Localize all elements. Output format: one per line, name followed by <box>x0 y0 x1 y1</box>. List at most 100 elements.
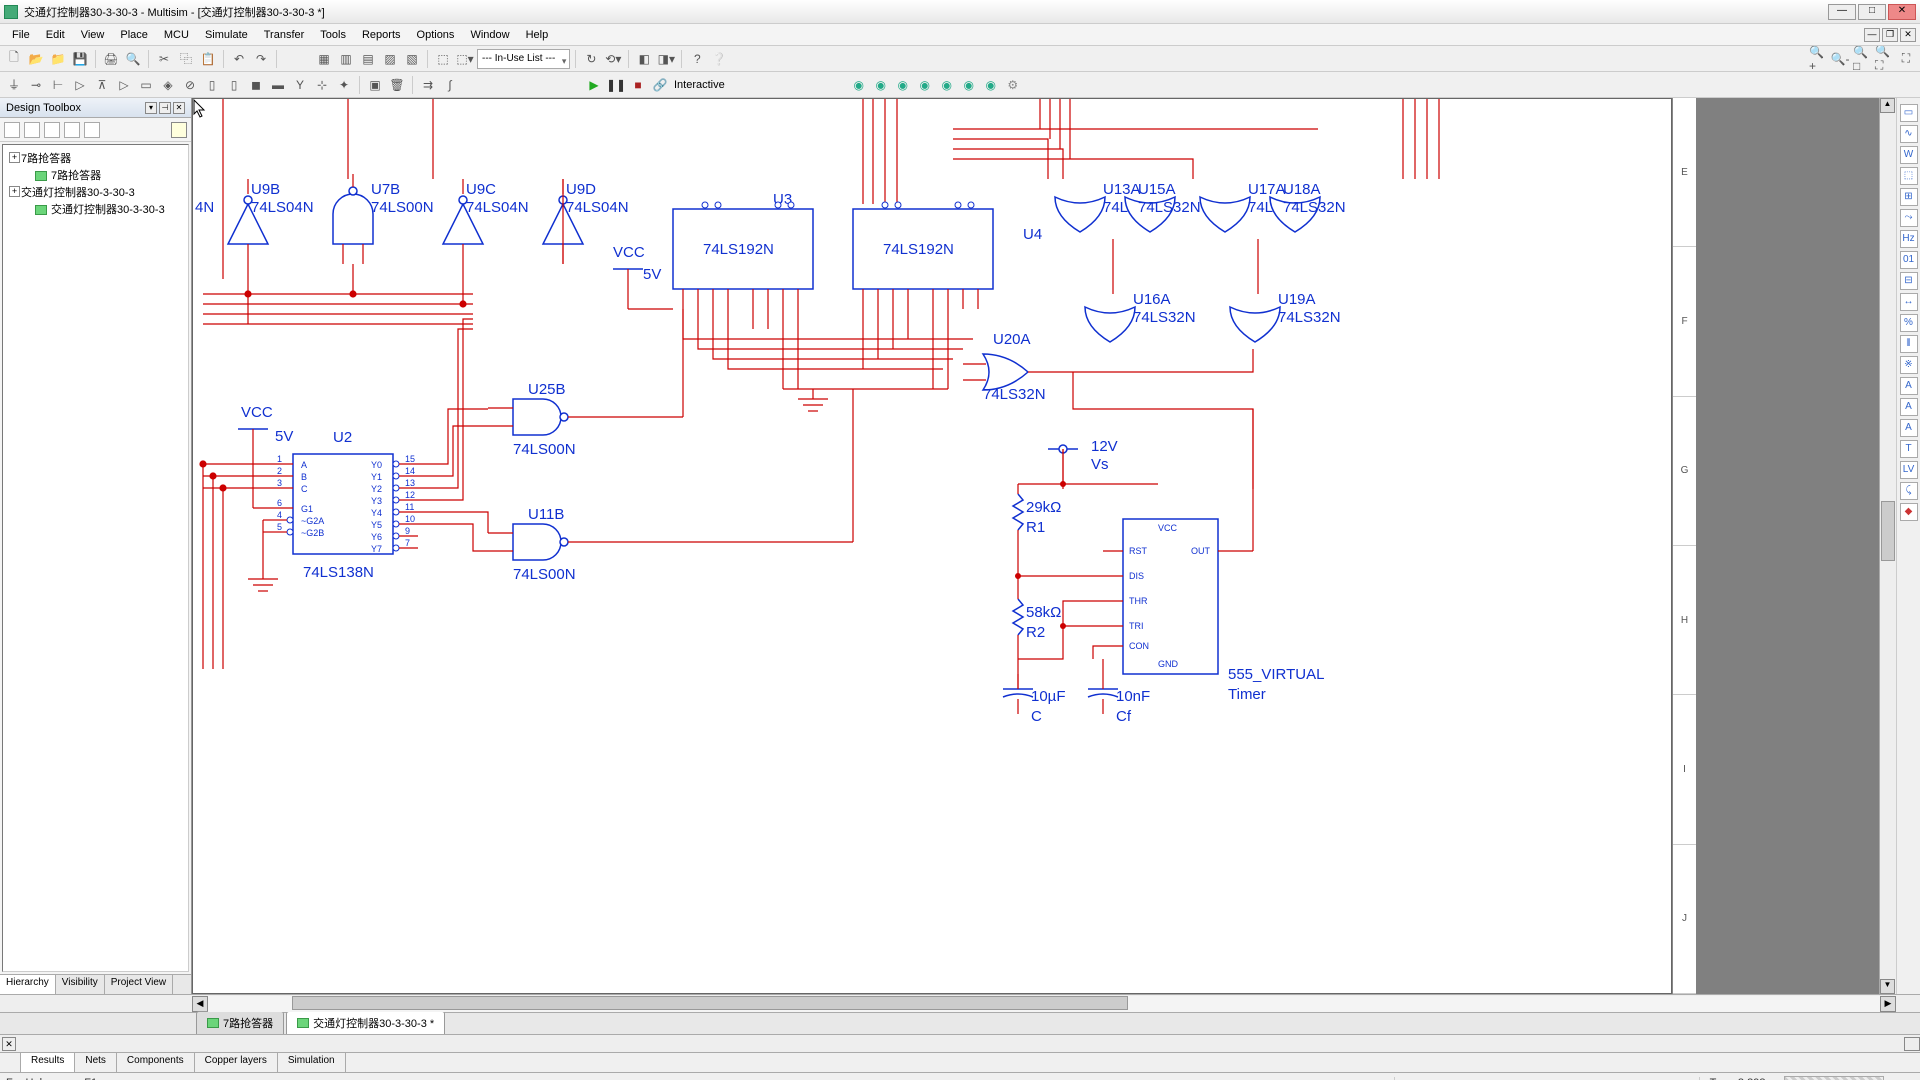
inst-agi1[interactable]: A <box>1900 377 1918 395</box>
inst-conv[interactable]: ↔ <box>1900 293 1918 311</box>
tab-results[interactable]: Results <box>21 1053 75 1072</box>
scroll-left[interactable]: ◀ <box>192 996 208 1012</box>
place-ic[interactable]: ▭ <box>136 75 156 95</box>
comp2-button[interactable]: ⬚▾ <box>455 49 475 69</box>
tab-hierarchy[interactable]: Hierarchy <box>0 975 56 994</box>
place-misc6[interactable]: ✦ <box>334 75 354 95</box>
copy-button[interactable]: ⿻ <box>176 49 196 69</box>
place-trans[interactable]: ⊼ <box>92 75 112 95</box>
minimize-button[interactable]: — <box>1828 4 1856 20</box>
menu-window[interactable]: Window <box>462 27 517 43</box>
sb-new[interactable] <box>4 122 20 138</box>
place-sw[interactable]: ⊘ <box>180 75 200 95</box>
spreadsheet-opts[interactable] <box>1904 1037 1920 1051</box>
inst-word[interactable]: 01 <box>1900 251 1918 269</box>
pause-button[interactable]: ❚❚ <box>606 75 626 95</box>
place-misc1[interactable]: ▯ <box>202 75 222 95</box>
scroll-thumb[interactable] <box>292 996 1128 1010</box>
horizontal-scrollbar[interactable]: ◀ ▶ <box>0 994 1920 1012</box>
menu-help[interactable]: Help <box>518 27 557 43</box>
preview-button[interactable]: 🔍 <box>123 49 143 69</box>
tab-copper[interactable]: Copper layers <box>195 1053 278 1072</box>
tb-d[interactable]: ◨▾ <box>656 49 676 69</box>
menu-transfer[interactable]: Transfer <box>256 27 313 43</box>
zoom-fit-button[interactable]: 🔍⛶ <box>1874 49 1894 69</box>
fullscreen-button[interactable]: ⛶ <box>1896 49 1916 69</box>
grid5-button[interactable]: ▧ <box>402 49 422 69</box>
menu-tools[interactable]: Tools <box>312 27 354 43</box>
place-amp[interactable]: ▷ <box>114 75 134 95</box>
save-button[interactable]: 💾 <box>70 49 90 69</box>
tab-simulation[interactable]: Simulation <box>278 1053 346 1072</box>
inuse-combo[interactable]: --- In-Use List --- <box>477 49 570 69</box>
inst-agi2[interactable]: A <box>1900 398 1918 416</box>
schematic-canvas[interactable]: U9B 74LS04N 4N U7B 74LS00N <box>192 98 1672 994</box>
place-net[interactable]: ∫ <box>440 75 460 95</box>
grid2-button[interactable]: ▥ <box>336 49 356 69</box>
menu-edit[interactable]: Edit <box>38 27 73 43</box>
inst-7[interactable]: ◉ <box>981 75 1001 95</box>
inst-lv[interactable]: LV <box>1900 461 1918 479</box>
interactive-icon[interactable]: 🔗 <box>650 75 670 95</box>
menu-mcu[interactable]: MCU <box>156 27 197 43</box>
tab-project-view[interactable]: Project View <box>105 975 173 994</box>
maximize-button[interactable]: □ <box>1858 4 1886 20</box>
sidebar-pin-icon[interactable]: ⊣ <box>159 102 171 114</box>
new-button[interactable]: 🗋 <box>4 49 24 69</box>
spreadsheet-close[interactable]: ✕ <box>2 1037 16 1051</box>
zoom-out-button[interactable]: 🔍- <box>1830 49 1850 69</box>
help-button[interactable]: ❔ <box>709 49 729 69</box>
sb-save[interactable] <box>44 122 60 138</box>
menu-place[interactable]: Place <box>112 27 156 43</box>
sb-saveas[interactable] <box>64 122 80 138</box>
print-button[interactable]: 🖨 <box>101 49 121 69</box>
sb-opt[interactable] <box>84 122 100 138</box>
mdi-close[interactable]: ✕ <box>1900 28 1916 42</box>
inst-6[interactable]: ◉ <box>959 75 979 95</box>
place-del[interactable]: 🗑 <box>387 75 407 95</box>
menu-simulate[interactable]: Simulate <box>197 27 256 43</box>
mdi-restore[interactable]: ❐ <box>1882 28 1898 42</box>
inst-3[interactable]: ◉ <box>893 75 913 95</box>
comp1-button[interactable]: ⬚ <box>433 49 453 69</box>
inst-funcgen[interactable]: ∿ <box>1900 125 1918 143</box>
inst-4ch[interactable]: ⊞ <box>1900 188 1918 206</box>
inst-probe[interactable]: ⤹ <box>1900 482 1918 500</box>
menu-reports[interactable]: Reports <box>354 27 409 43</box>
inst-agi3[interactable]: A <box>1900 419 1918 437</box>
doctab-2[interactable]: 交通灯控制器30-3-30-3 * <box>286 1011 445 1034</box>
sb-refresh[interactable] <box>171 122 187 138</box>
zoom-in-button[interactable]: 🔍+ <box>1808 49 1828 69</box>
inst-2[interactable]: ◉ <box>871 75 891 95</box>
sb-open[interactable] <box>24 122 40 138</box>
grid4-button[interactable]: ▨ <box>380 49 400 69</box>
sidebar-menu-icon[interactable]: ▾ <box>145 102 157 114</box>
inst-curr[interactable]: ◆ <box>1900 503 1918 521</box>
mdi-minimize[interactable]: — <box>1864 28 1880 42</box>
place-diode[interactable]: ▷ <box>70 75 90 95</box>
grid3-button[interactable]: ▤ <box>358 49 378 69</box>
menu-file[interactable]: File <box>4 27 38 43</box>
scroll-right[interactable]: ▶ <box>1880 996 1896 1012</box>
tree-root-2[interactable]: 交通灯控制器30-3-30-3 <box>7 183 184 201</box>
design-tree[interactable]: 7路抢答器 7路抢答器 交通灯控制器30-3-30-3 交通灯控制器30-3-3… <box>2 144 189 972</box>
grid1-button[interactable]: ▦ <box>314 49 334 69</box>
place-y[interactable]: Y <box>290 75 310 95</box>
place-misc2[interactable]: ▯ <box>224 75 244 95</box>
tab-visibility[interactable]: Visibility <box>56 975 105 994</box>
place-led[interactable]: ◈ <box>158 75 178 95</box>
inst-multimeter[interactable]: ▭ <box>1900 104 1918 122</box>
stop-button[interactable]: ■ <box>628 75 648 95</box>
inst-4[interactable]: ◉ <box>915 75 935 95</box>
tab-components[interactable]: Components <box>117 1053 195 1072</box>
inst-8[interactable]: ⚙ <box>1003 75 1023 95</box>
inst-freq[interactable]: Hz <box>1900 230 1918 248</box>
place-misc3[interactable]: ◼ <box>246 75 266 95</box>
menu-view[interactable]: View <box>73 27 113 43</box>
inst-wattmeter[interactable]: W <box>1900 146 1918 164</box>
menu-options[interactable]: Options <box>409 27 463 43</box>
inst-5[interactable]: ◉ <box>937 75 957 95</box>
place-bus[interactable]: ⇉ <box>418 75 438 95</box>
place-misc4[interactable]: ▬ <box>268 75 288 95</box>
place-res[interactable]: ⊸ <box>26 75 46 95</box>
